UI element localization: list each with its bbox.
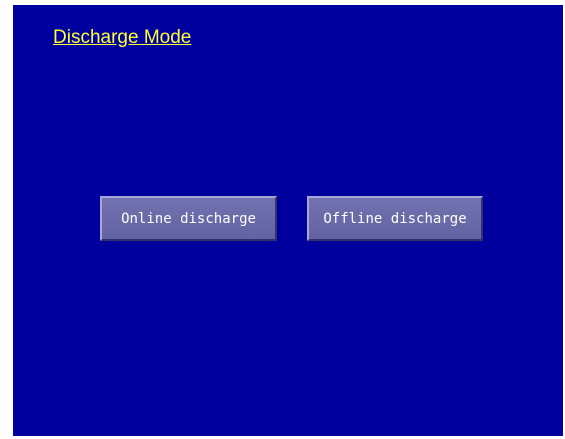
offline-discharge-button[interactable]: Offline discharge (307, 196, 483, 241)
page-title: Discharge Mode (53, 27, 192, 48)
online-discharge-button[interactable]: Online discharge (100, 196, 277, 241)
discharge-mode-screen: Discharge Mode Online discharge Offline … (13, 5, 563, 436)
